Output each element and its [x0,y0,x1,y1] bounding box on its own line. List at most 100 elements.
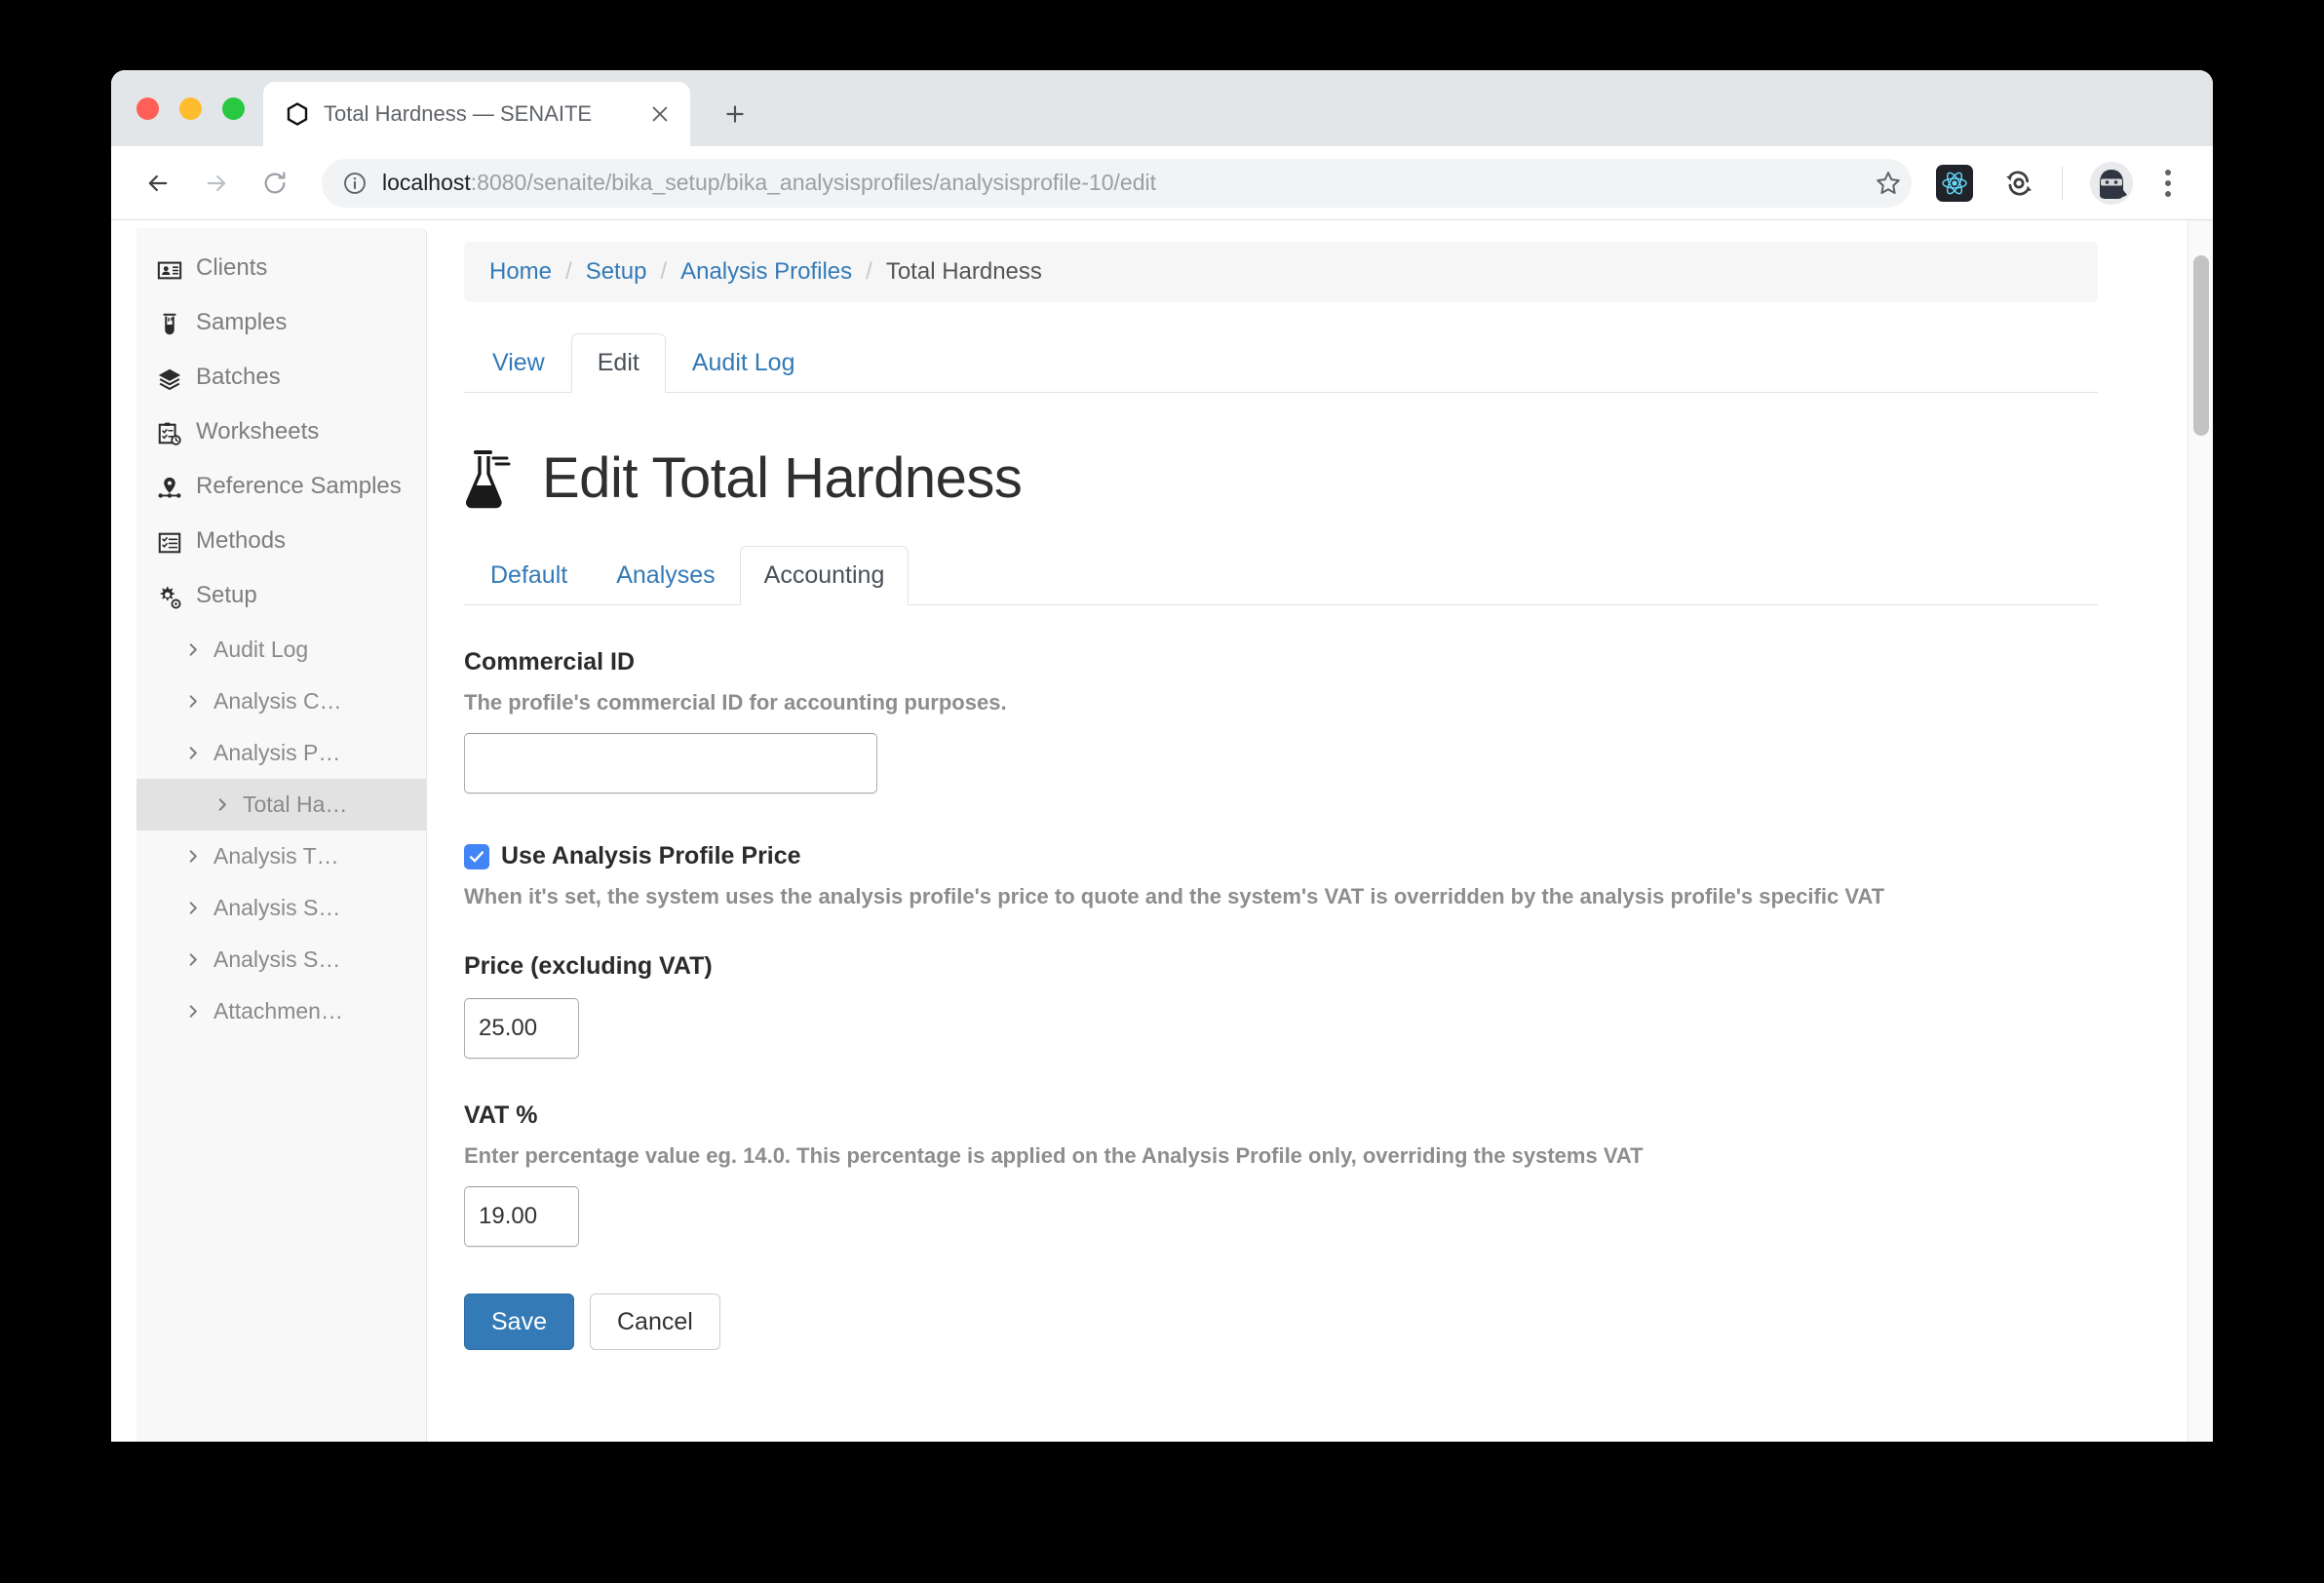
info-circle-icon[interactable] [341,170,368,197]
profile-avatar[interactable] [2086,158,2137,209]
tab-edit[interactable]: Edit [570,333,666,393]
sidebar-subitem-label: Attachmen… [213,998,343,1023]
minimize-window-button[interactable] [179,97,202,120]
field-commercial-id: Commercial ID The profile's commercial I… [464,648,2098,793]
main-content: Home / Setup / Analysis Profiles / Total… [427,220,2213,1442]
sidebar-subitem-analysis-templates[interactable]: Analysis T… [136,830,426,882]
new-tab-button[interactable] [712,91,758,137]
breadcrumb-item-analysis-profiles[interactable]: Analysis Profiles [680,258,852,286]
use-profile-price-checkbox[interactable] [464,843,489,869]
commercial-id-input[interactable] [464,733,877,793]
map-pin-icon [156,475,183,502]
price-input[interactable]: 25.00 [464,998,579,1059]
erlenmeyer-flask-icon [464,448,521,509]
form-schemata-tabs: Default Analyses Accounting [464,546,2098,605]
tab-accounting[interactable]: Accounting [739,546,910,605]
sidebar-item-batches[interactable]: Batches [136,351,426,405]
arrow-right-icon[interactable] [191,158,242,209]
chevron-right-icon [185,901,201,915]
page-title-text: Edit Total Hardness [542,446,1023,510]
sidebar-item-label: Reference Samples [196,473,402,499]
gears-icon [156,584,183,611]
sidebar-subitem-analysis-profiles[interactable]: Analysis P… [136,727,426,779]
toolbar-divider [2062,166,2063,200]
breadcrumb-item-home[interactable]: Home [489,258,552,286]
price-label: Price (excluding VAT) [464,952,713,980]
page-title: Edit Total Hardness [464,445,2098,511]
sidebar-item-samples[interactable]: Samples [136,296,426,351]
field-price: Price (excluding VAT) 25.00 [464,952,2098,1059]
tab-view[interactable]: View [466,333,571,393]
browser-tab-title: Total Hardness — SENAITE [324,101,593,126]
chrome-menu-icon[interactable] [2147,160,2189,207]
chevron-right-icon [185,849,201,864]
vat-label: VAT % [464,1101,538,1129]
sidebar-item-setup[interactable]: Setup [136,569,426,624]
breadcrumb-separator: / [565,258,572,285]
close-icon[interactable] [645,99,675,129]
sidebar-item-label: Setup [196,582,257,608]
chevron-right-icon [185,952,201,967]
sidebar-subitem-label: Total Ha… [243,792,348,817]
reload-icon[interactable] [250,158,300,209]
sidebar-subitem-label: Analysis P… [213,740,341,765]
sidebar-subitem-total-hardness[interactable]: Total Ha… [136,779,426,830]
browser-tab[interactable]: Total Hardness — SENAITE [263,82,690,146]
maximize-window-button[interactable] [222,97,245,120]
browser-toolbar: localhost:8080/senaite/bika_setup/bika_a… [111,146,2213,220]
sidebar-subitem-attachment-types[interactable]: Attachmen… [136,985,426,1037]
sidebar-subitem-label: Audit Log [213,637,309,662]
url-text: localhost:8080/senaite/bika_setup/bika_a… [382,170,1156,196]
chevron-right-icon [185,1004,201,1019]
sidebar-item-reference-samples[interactable]: Reference Samples [136,460,426,515]
chevron-right-icon [214,797,230,812]
vat-input[interactable]: 19.00 [464,1186,579,1247]
tab-audit-log[interactable]: Audit Log [666,333,822,393]
sidebar-item-label: Worksheets [196,418,320,444]
react-devtools-extension-icon[interactable] [1929,158,1980,209]
sidebar-item-worksheets[interactable]: Worksheets [136,405,426,460]
address-bar[interactable]: localhost:8080/senaite/bika_setup/bika_a… [322,158,1912,208]
chevron-right-icon [185,694,201,709]
app-sidebar: Clients Samples Batches Worksheets Refer… [136,228,427,1442]
sidebar-subitem-audit-log[interactable]: Audit Log [136,624,426,676]
page-scrollbar[interactable] [2188,220,2213,1442]
url-host: localhost [382,170,471,195]
use-profile-price-row[interactable]: Use Analysis Profile Price [464,842,2098,870]
tab-analyses[interactable]: Analyses [592,546,739,605]
sidebar-subitem-analysis-services[interactable]: Analysis S… [136,882,426,934]
sidebar-item-label: Samples [196,309,288,335]
breadcrumb: Home / Setup / Analysis Profiles / Total… [464,242,2098,302]
sidebar-item-label: Clients [196,254,268,281]
breadcrumb-item-current: Total Hardness [885,258,1042,285]
url-path: :8080/senaite/bika_setup/bika_analysispr… [470,170,1156,195]
sidebar-item-clients[interactable]: Clients [136,242,426,296]
hexagon-icon [285,101,310,127]
browser-window: Total Hardness — SENAITE localhost:8080/… [111,70,2213,1442]
checklist-icon [156,529,183,557]
bookmark-star-icon[interactable] [1861,159,1916,208]
chevron-right-icon [185,642,201,657]
clipboard-clock-icon [156,420,183,447]
form-actions: Save Cancel [464,1293,2098,1393]
cancel-button[interactable]: Cancel [589,1293,720,1350]
commercial-id-help: The profile's commercial ID for accounti… [464,690,1007,714]
sidebar-subitem-label: Analysis S… [213,895,341,920]
tab-default[interactable]: Default [466,546,592,605]
sidebar-item-methods[interactable]: Methods [136,515,426,569]
sidebar-item-label: Methods [196,527,287,554]
commercial-id-label: Commercial ID [464,648,636,676]
breadcrumb-separator: / [660,258,668,285]
scrollbar-thumb[interactable] [2193,255,2209,436]
sidebar-subitem-label: Analysis T… [213,843,339,869]
test-tube-icon [156,311,183,338]
refresh-extension-icon[interactable] [1994,158,2044,209]
close-window-button[interactable] [136,97,159,120]
breadcrumb-item-setup[interactable]: Setup [586,258,647,286]
sidebar-subitem-analysis-specifications[interactable]: Analysis S… [136,934,426,985]
field-vat: VAT % Enter percentage value eg. 14.0. T… [464,1101,2098,1247]
save-button[interactable]: Save [464,1293,574,1350]
sidebar-subitem-analysis-categories[interactable]: Analysis C… [136,676,426,727]
breadcrumb-separator: / [866,258,872,285]
arrow-left-icon[interactable] [133,158,183,209]
